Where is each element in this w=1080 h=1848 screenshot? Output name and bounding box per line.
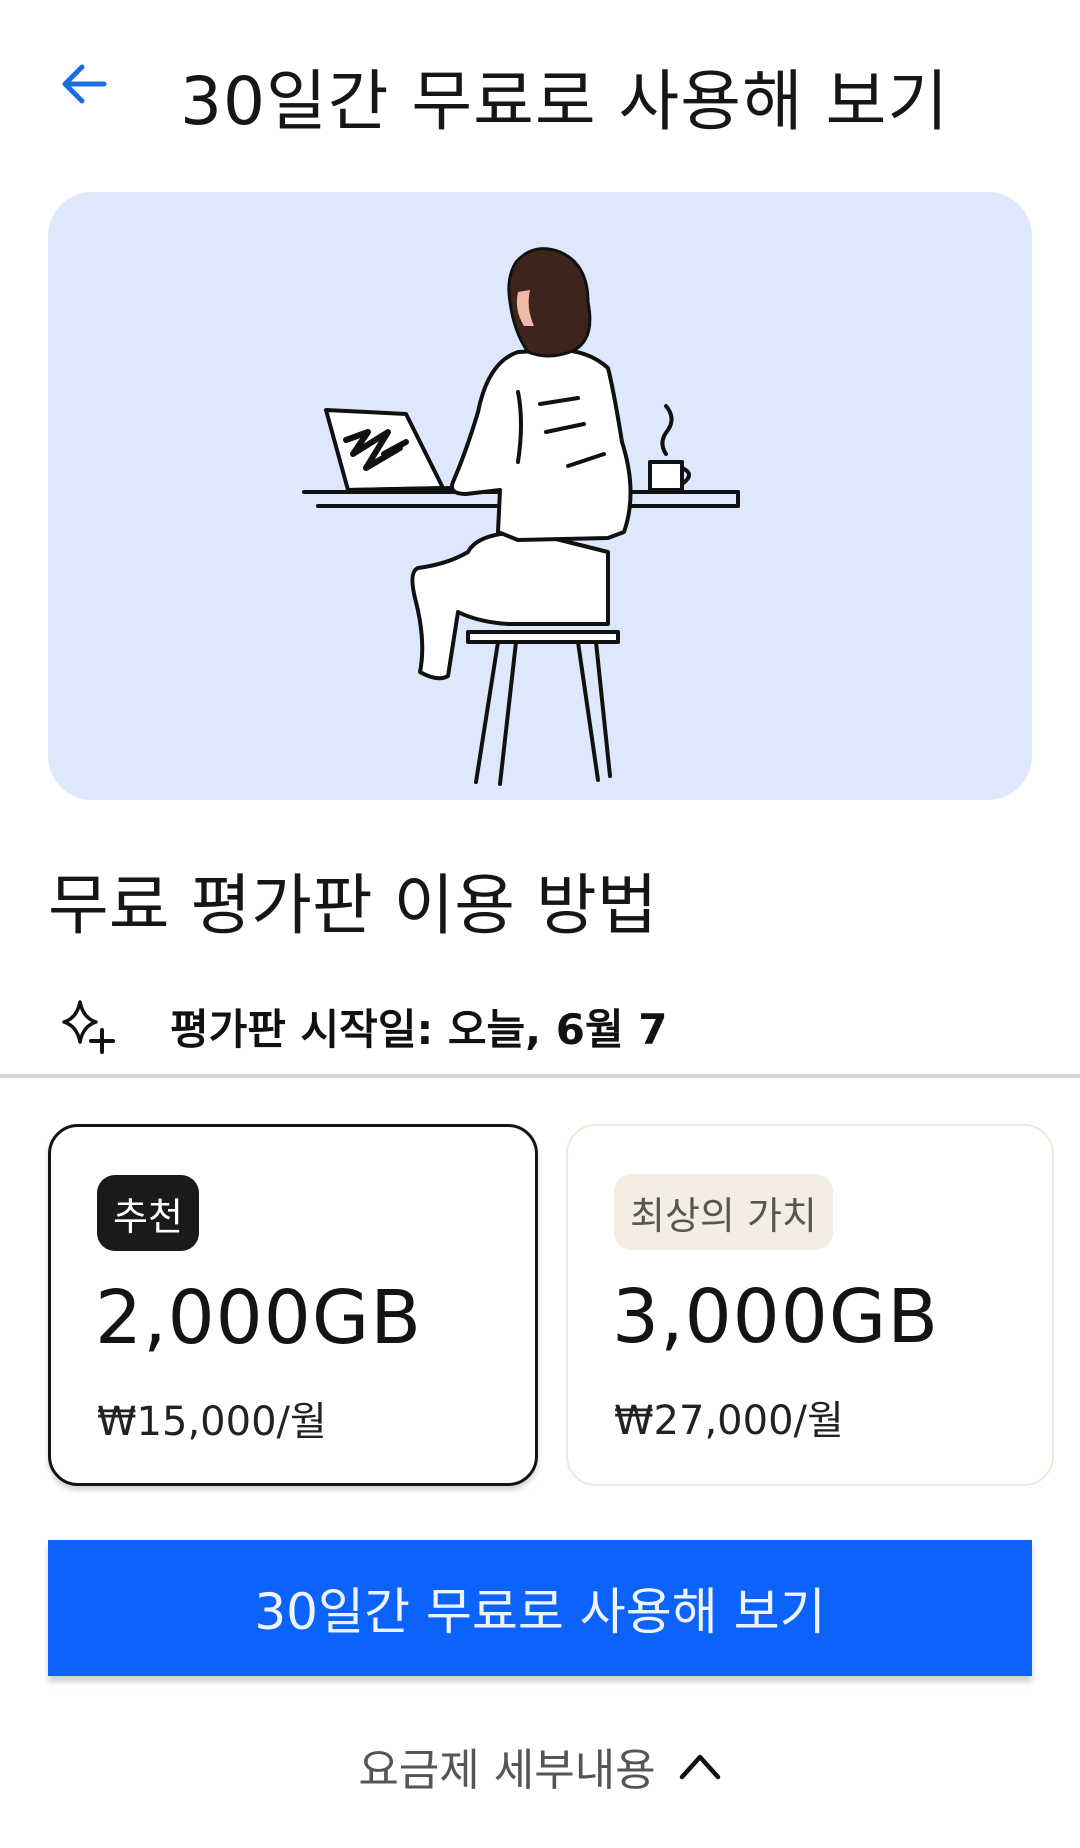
recommended-badge: 추천 — [97, 1175, 199, 1251]
hero-illustration-card — [48, 192, 1032, 800]
plan-card-2000gb[interactable]: 추천 2,000GB ₩15,000/월 — [48, 1124, 538, 1486]
chevron-up-icon — [679, 1754, 720, 1780]
start-trial-button[interactable]: 30일간 무료로 사용해 보기 — [48, 1540, 1032, 1676]
plan-storage: 3,000GB — [612, 1274, 939, 1360]
plan-price: ₩27,000/월 — [614, 1398, 844, 1444]
plan-price: ₩15,000/월 — [97, 1399, 327, 1445]
best-value-badge: 최상의 가치 — [614, 1174, 833, 1250]
sparkle-icon — [62, 1000, 115, 1054]
woman-at-laptop-illustration — [302, 247, 740, 786]
trial-start-text: 평가판 시작일: 오늘, 6월 7 — [170, 1004, 668, 1054]
page-title: 30일간 무료로 사용해 보기 — [180, 63, 950, 140]
divider — [0, 1074, 1080, 1078]
arrow-left-icon — [62, 64, 107, 104]
trial-start-row: 평가판 시작일: 오늘, 6월 7 — [56, 994, 667, 1058]
plan-storage: 2,000GB — [95, 1275, 422, 1361]
section-title: 무료 평가판 이용 방법 — [48, 867, 658, 944]
plan-details-toggle[interactable]: 요금제 세부내용 — [0, 1734, 1080, 1798]
back-button[interactable] — [52, 52, 116, 116]
plan-details-label: 요금제 세부내용 — [358, 1745, 656, 1796]
app-header: 30일간 무료로 사용해 보기 — [0, 0, 1080, 180]
plan-card-3000gb[interactable]: 최상의 가치 3,000GB ₩27,000/월 — [566, 1124, 1054, 1486]
